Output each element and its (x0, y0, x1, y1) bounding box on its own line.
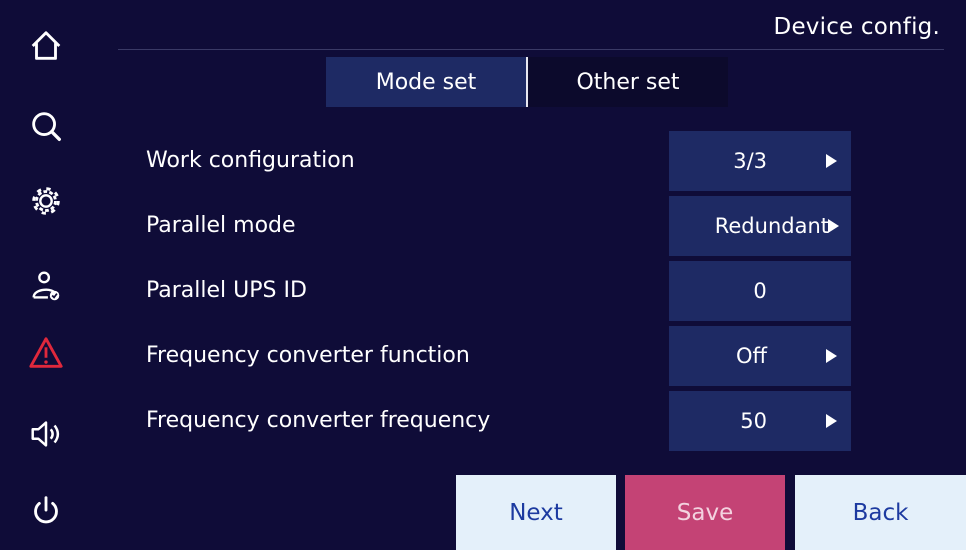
user-check-icon (32, 271, 60, 301)
nav-power[interactable] (18, 483, 74, 539)
parallel-mode-value-text: Redundant (714, 214, 829, 238)
frequency-converter-frequency-value[interactable]: 50 (669, 391, 851, 451)
parallel-ups-id-value-text: 0 (753, 279, 767, 303)
work-configuration-value[interactable]: 3/3 (669, 131, 851, 191)
arrow-right-icon (826, 414, 837, 428)
page-title: Device config. (773, 14, 940, 40)
arrow-right-icon (828, 219, 839, 233)
arrow-right-icon (826, 154, 837, 168)
frequency-converter-function-value[interactable]: Off (669, 326, 851, 386)
frequency-converter-frequency-label: Frequency converter frequency (146, 408, 491, 433)
header-divider (118, 49, 944, 50)
search-icon (32, 112, 61, 141)
gear-icon (32, 187, 60, 215)
tab-mode-set[interactable]: Mode set (326, 57, 526, 107)
frequency-converter-function-label: Frequency converter function (146, 343, 470, 368)
next-button[interactable]: Next (456, 475, 616, 550)
arrow-right-icon (826, 349, 837, 363)
save-button[interactable]: Save (625, 475, 785, 550)
tab-other-set[interactable]: Other set (528, 57, 728, 107)
speaker-icon (31, 421, 60, 447)
work-configuration-label: Work configuration (146, 148, 355, 173)
parallel-ups-id-label: Parallel UPS ID (146, 278, 307, 303)
work-configuration-value-text: 3/3 (733, 149, 767, 173)
nav-home[interactable] (18, 18, 74, 74)
nav-user[interactable] (18, 258, 74, 314)
frequency-converter-frequency-value-text: 50 (740, 409, 767, 433)
power-icon (34, 496, 58, 524)
warning-icon (29, 337, 63, 368)
parallel-mode-value[interactable]: Redundant (669, 196, 851, 256)
frequency-converter-function-value-text: Off (736, 344, 767, 368)
nav-sound[interactable] (18, 406, 74, 462)
sidebar (0, 0, 92, 550)
nav-search[interactable] (18, 98, 74, 154)
parallel-mode-label: Parallel mode (146, 213, 296, 238)
tab-bar: Mode set Other set (326, 57, 728, 107)
nav-alarm[interactable] (18, 325, 74, 381)
back-button[interactable]: Back (795, 475, 966, 550)
home-icon (31, 31, 61, 60)
nav-settings[interactable] (18, 173, 74, 229)
parallel-ups-id-value[interactable]: 0 (669, 261, 851, 321)
